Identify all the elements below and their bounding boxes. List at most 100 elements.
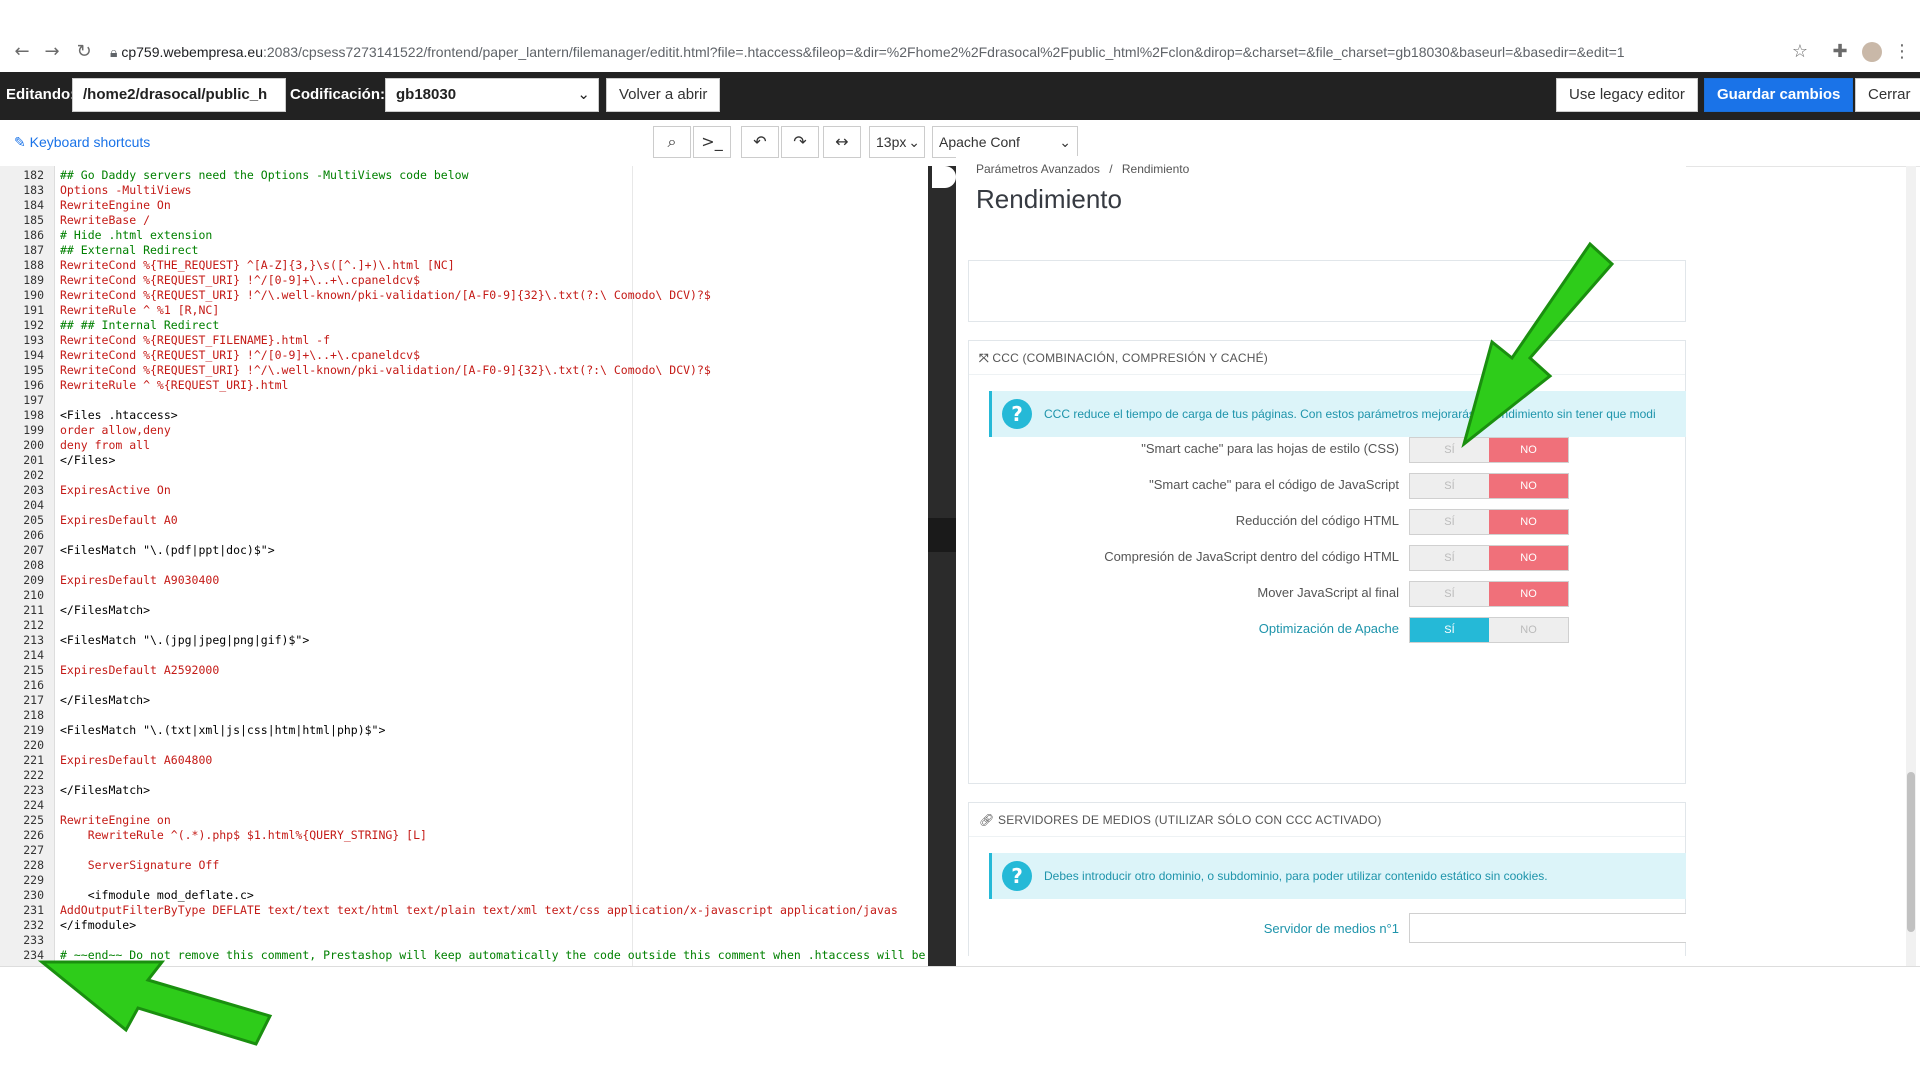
embedded-scrollbar[interactable] <box>1906 166 1916 966</box>
chevron-down-icon: ⌄ <box>908 134 920 150</box>
ccc-option-label: Compresión de JavaScript dentro del códi… <box>1104 549 1399 564</box>
line-number: 188 <box>23 258 44 272</box>
line-number: 224 <box>23 798 44 812</box>
code-line: 212 <box>0 618 928 633</box>
code-line: 218 <box>0 708 928 723</box>
ccc-option-toggle[interactable]: SÍ NO <box>1409 545 1569 571</box>
code-line: 217 </FilesMatch> <box>0 693 928 708</box>
ccc-option-toggle[interactable]: SÍ NO <box>1409 473 1569 499</box>
toggle-no[interactable]: NO <box>1489 618 1568 642</box>
code-line: 204 <box>0 498 928 513</box>
code-text: RewriteRule ^ %1 [R,NC] <box>60 303 220 317</box>
annotation-arrow-down-left-icon <box>1461 241 1615 449</box>
toggle-yes[interactable]: SÍ <box>1410 582 1489 606</box>
redo-icon: ↷ <box>793 132 807 151</box>
code-text: RewriteEngine on <box>60 813 171 827</box>
ccc-option-label: Optimización de Apache <box>1258 621 1399 636</box>
breadcrumb: Parámetros Avanzados / Rendimiento <box>976 162 1189 176</box>
code-text: ## External Redirect <box>60 243 199 257</box>
code-line: 220 <box>0 738 928 753</box>
code-line: 229 <box>0 873 928 888</box>
code-line: 219 <FilesMatch "\.(txt|xml|js|css|htm|ht… <box>0 723 928 738</box>
toggle-no[interactable]: NO <box>1489 510 1568 534</box>
code-editor[interactable]: 182 ## Go Daddy servers need the Options … <box>0 166 928 966</box>
scrollbar-thumb[interactable] <box>1907 772 1915 932</box>
line-number: 212 <box>23 618 44 632</box>
code-text: <FilesMatch "\.(txt|xml|js|css|htm|html|… <box>60 723 386 737</box>
forward-icon[interactable]: → <box>40 40 64 64</box>
code-text: </ifmodule> <box>60 918 137 932</box>
splitter-handle[interactable] <box>932 166 956 188</box>
undo-button[interactable]: ↶ <box>741 126 779 158</box>
mode-select[interactable]: Apache Conf ⌄ <box>932 126 1078 158</box>
lock-icon: 🔒︎ <box>110 44 122 60</box>
save-button[interactable]: Guardar cambios <box>1704 78 1854 112</box>
code-line: 206 <box>0 528 928 543</box>
code-line: 196 RewriteRule ^ %{REQUEST_URI}.html <box>0 378 928 393</box>
search-button[interactable]: ⌕ <box>653 126 691 158</box>
code-text: RewriteCond %{REQUEST_FILENAME}.html -f <box>60 333 331 347</box>
breadcrumb-separator: / <box>1109 162 1113 176</box>
line-number: 197 <box>23 393 44 407</box>
ccc-option-toggle[interactable]: SÍ NO <box>1409 509 1569 535</box>
code-text: ExpiresDefault A9030400 <box>60 573 220 587</box>
search-icon: ⌕ <box>667 132 677 151</box>
code-text: RewriteRule ^(.*).php$ $1.html%{QUERY_ST… <box>60 828 427 842</box>
code-line: 203 ExpiresActive On <box>0 483 928 498</box>
toggle-yes[interactable]: SÍ <box>1410 546 1489 570</box>
code-line: 186 # Hide .html extension <box>0 228 928 243</box>
code-line: 210 <box>0 588 928 603</box>
code-line: 197 <box>0 393 928 408</box>
wrap-button[interactable]: ↔ <box>823 126 861 158</box>
code-line: 222 <box>0 768 928 783</box>
url-input[interactable]: 🔒︎ cp759.webempresa.eu:2083/cpsess727314… <box>110 36 1810 68</box>
close-button[interactable]: Cerrar <box>1855 78 1920 112</box>
goto-button[interactable]: >_ <box>693 126 731 158</box>
reopen-button[interactable]: Volver a abrir <box>606 78 721 112</box>
toggle-yes[interactable]: SÍ <box>1410 618 1489 642</box>
code-text: ## Go Daddy servers need the Options -Mu… <box>60 168 469 182</box>
editor-toolbar: Editando: /home2/drasocal/public_h Codif… <box>0 72 1920 120</box>
ccc-option-toggle[interactable]: SÍ NO <box>1409 581 1569 607</box>
toggle-no[interactable]: NO <box>1489 582 1568 606</box>
legacy-editor-button[interactable]: Use legacy editor <box>1556 78 1698 112</box>
media-server-input[interactable] <box>1409 913 1686 943</box>
encoding-select[interactable]: gb18030 ⌄ <box>385 78 599 112</box>
extensions-icon[interactable]: ✚ <box>1828 40 1852 64</box>
undo-icon: ↶ <box>753 132 767 151</box>
code-line: 228 ServerSignature Off <box>0 858 928 873</box>
avatar[interactable] <box>1860 40 1884 64</box>
reload-icon[interactable]: ↻ <box>72 40 96 64</box>
keyboard-shortcuts-link[interactable]: ✎ Keyboard shortcuts <box>14 134 150 151</box>
back-icon[interactable]: ← <box>10 40 34 64</box>
line-number: 231 <box>23 903 44 917</box>
line-number: 203 <box>23 483 44 497</box>
ccc-option-label: "Smart cache" para las hojas de estilo (… <box>1141 441 1399 456</box>
redo-button[interactable]: ↷ <box>781 126 819 158</box>
file-path-field[interactable]: /home2/drasocal/public_h <box>72 78 286 112</box>
mode-value: Apache Conf <box>939 134 1020 150</box>
ccc-option-toggle[interactable]: SÍ NO <box>1409 617 1569 643</box>
toggle-yes[interactable]: SÍ <box>1410 474 1489 498</box>
media-info-alert: ? Debes introducir otro dominio, o subdo… <box>989 853 1686 899</box>
line-number: 199 <box>23 423 44 437</box>
line-number: 209 <box>23 573 44 587</box>
code-line: 190 RewriteCond %{REQUEST_URI} !^/\.well-… <box>0 288 928 303</box>
toggle-no[interactable]: NO <box>1489 546 1568 570</box>
browser-menu-icon[interactable]: ⋮ <box>1890 40 1914 64</box>
toggle-yes[interactable]: SÍ <box>1410 510 1489 534</box>
breadcrumb-parent[interactable]: Parámetros Avanzados <box>976 162 1100 176</box>
keyboard-shortcuts-label: Keyboard shortcuts <box>29 134 151 150</box>
code-line: 198 <Files .htaccess> <box>0 408 928 423</box>
line-number: 229 <box>23 873 44 887</box>
toggle-no[interactable]: NO <box>1489 474 1568 498</box>
font-size-select[interactable]: 13px ⌄ <box>869 126 925 158</box>
line-number: 204 <box>23 498 44 512</box>
code-line: 182 ## Go Daddy servers need the Options … <box>0 168 928 183</box>
question-icon: ? <box>1002 861 1032 891</box>
pane-splitter[interactable] <box>928 166 956 966</box>
bookmark-star-icon[interactable]: ☆ <box>1788 40 1812 64</box>
line-number: 220 <box>23 738 44 752</box>
code-text: </FilesMatch> <box>60 693 151 707</box>
compress-icon: ⤧ <box>979 351 989 365</box>
